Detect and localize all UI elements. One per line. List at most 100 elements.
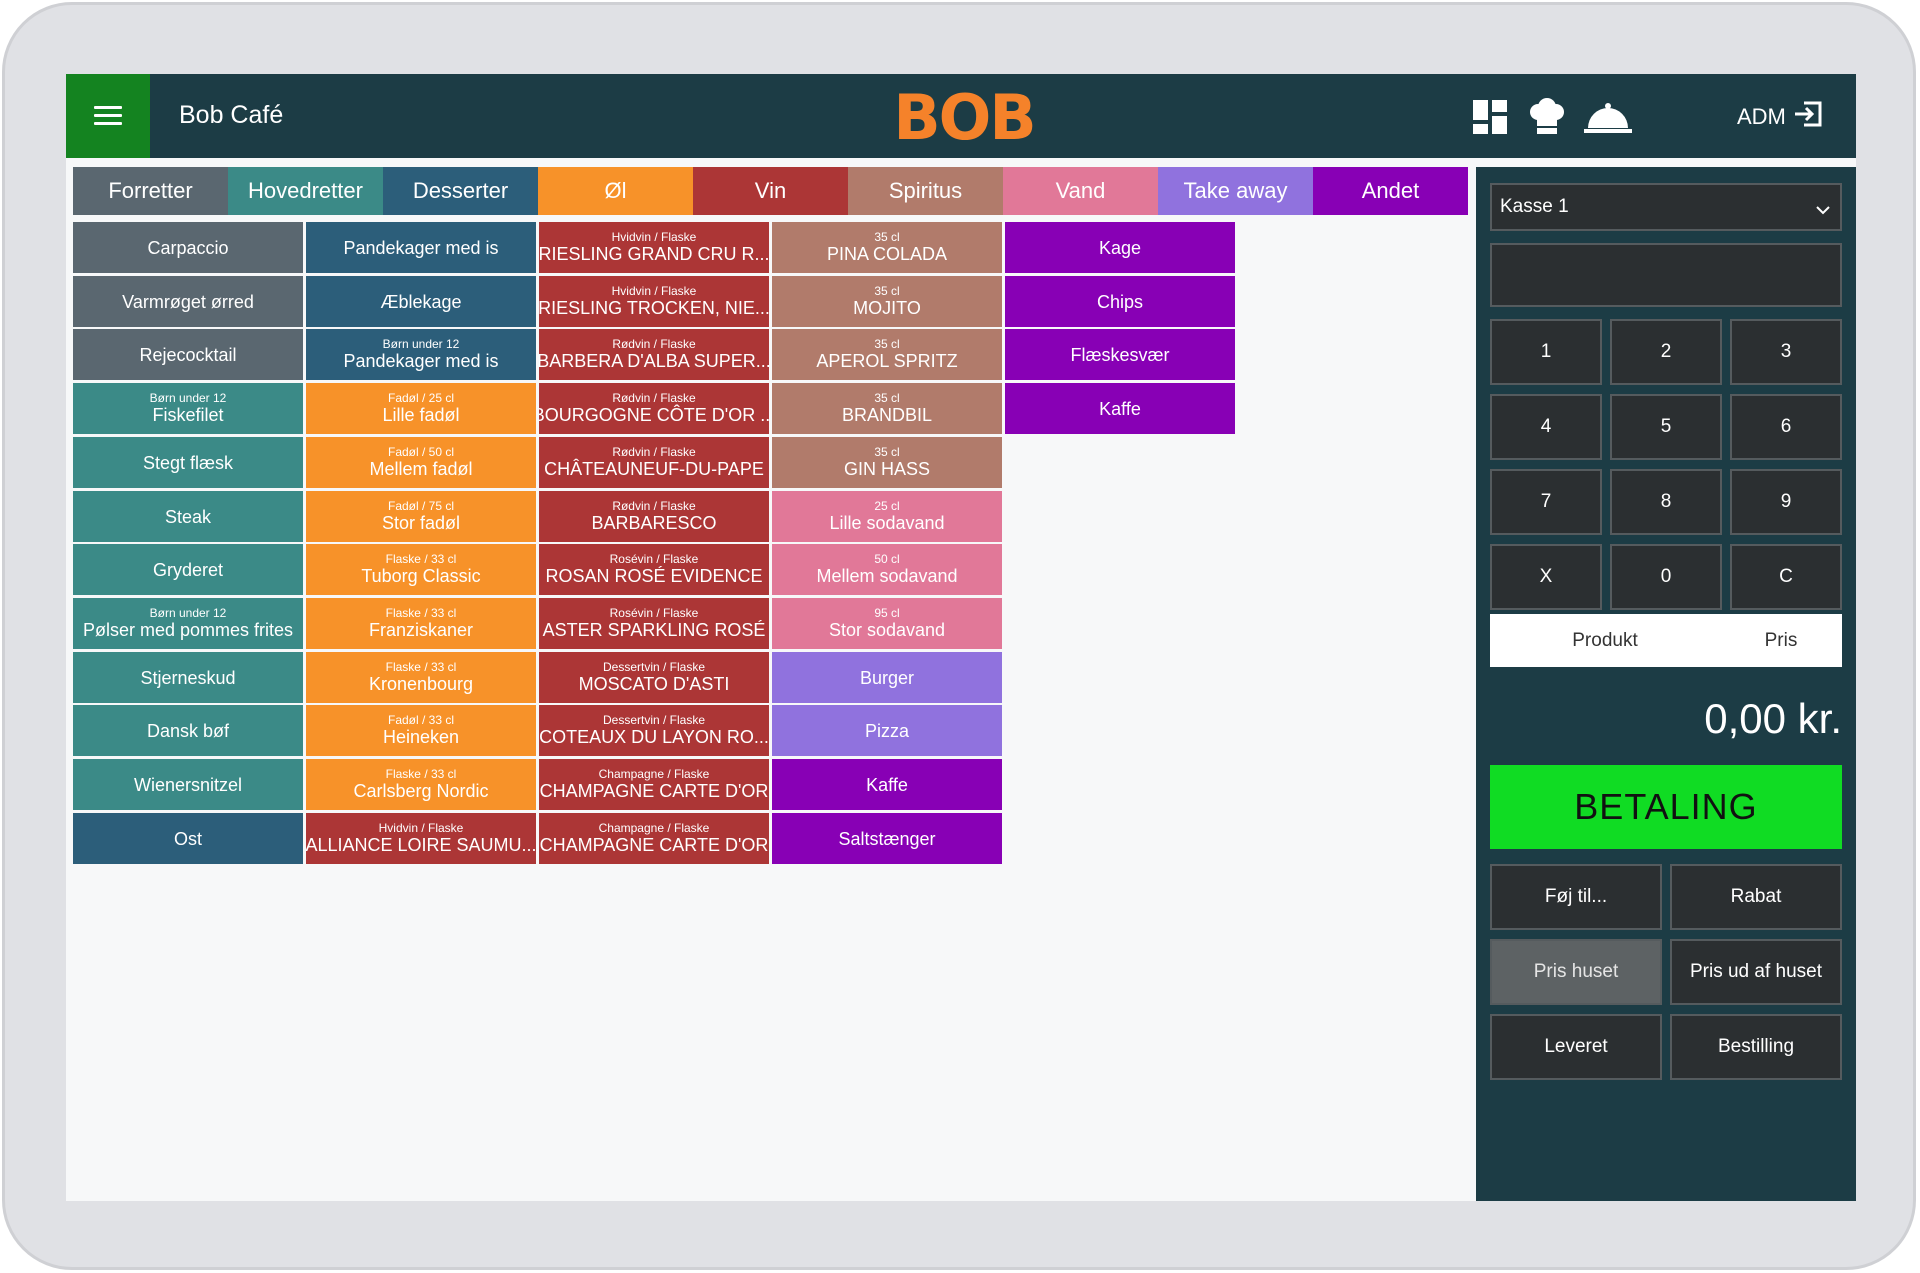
product-button[interactable]: Flaske / 33 cl Kronenbourg (306, 652, 536, 703)
tab-vin[interactable]: Vin (693, 167, 848, 215)
product-name: Pølser med pommes frites (82, 620, 294, 640)
product-button[interactable]: Flæskesvær (1005, 329, 1235, 380)
product-button[interactable]: 25 cl Lille sodavand (772, 491, 1002, 542)
product-button[interactable]: Rosévin / Flaske ASTER SPARKLING ROSÉ (539, 598, 769, 649)
keypad-key-2[interactable]: 2 (1610, 319, 1722, 385)
hamburger-menu-button[interactable] (66, 74, 150, 158)
tab-vand[interactable]: Vand (1003, 167, 1158, 215)
user-logout[interactable]: ADM (1737, 101, 1822, 133)
product-button[interactable]: Rødvin / Flaske BOURGOGNE CÔTE D'OR ... (539, 383, 769, 434)
product-button[interactable]: Æblekage (306, 276, 536, 327)
bestilling-button[interactable]: Bestilling (1670, 1014, 1842, 1080)
product-button[interactable]: Dessertvin / Flaske COTEAUX DU LAYON RO..… (539, 705, 769, 756)
product-button[interactable]: Rødvin / Flaske BARBARESCO (539, 491, 769, 542)
keypad-key-c[interactable]: C (1730, 544, 1842, 610)
product-button[interactable]: Børn under 12 Pandekager med is (306, 329, 536, 380)
product-name: Lille fadøl (382, 405, 460, 425)
tab-l[interactable]: Øl (538, 167, 693, 215)
product-button[interactable]: Fadøl / 75 cl Stor fadøl (306, 491, 536, 542)
product-button[interactable]: Gryderet (73, 544, 303, 595)
f-j-til-button[interactable]: Føj til... (1490, 864, 1662, 930)
product-button[interactable]: Pizza (772, 705, 1002, 756)
product-button[interactable]: Wienersnitzel (73, 759, 303, 810)
product-button[interactable]: Børn under 12 Pølser med pommes frites (73, 598, 303, 649)
tab-desserter[interactable]: Desserter (383, 167, 538, 215)
product-subtitle: Hvidvin / Flaske (378, 821, 464, 835)
product-button[interactable]: Carpaccio (73, 222, 303, 273)
keypad-key-6[interactable]: 6 (1730, 394, 1842, 460)
product-name: Saltstænger (838, 828, 936, 849)
product-button[interactable]: Varmrøget ørred (73, 276, 303, 327)
tab-hovedretter[interactable]: Hovedretter (228, 167, 383, 215)
dashboard-icon[interactable] (1473, 100, 1507, 139)
tab-take-away[interactable]: Take away (1158, 167, 1313, 215)
product-name: Steak (164, 506, 212, 527)
product-button[interactable]: Burger (772, 652, 1002, 703)
product-button[interactable]: Rødvin / Flaske BARBERA D'ALBA SUPER... (539, 329, 769, 380)
tab-andet[interactable]: Andet (1313, 167, 1468, 215)
product-subtitle: Flaske / 33 cl (385, 552, 457, 566)
pris-huset-button[interactable]: Pris huset (1490, 939, 1662, 1005)
product-button[interactable]: Chips (1005, 276, 1235, 327)
product-button[interactable]: Kaffe (772, 759, 1002, 810)
product-button[interactable]: Saltstænger (772, 813, 1002, 864)
product-button[interactable]: 95 cl Stor sodavand (772, 598, 1002, 649)
keypad-key-9[interactable]: 9 (1730, 469, 1842, 535)
product-button[interactable]: 35 cl APEROL SPRITZ (772, 329, 1002, 380)
keypad-key-7[interactable]: 7 (1490, 469, 1602, 535)
product-button[interactable]: Pandekager med is (306, 222, 536, 273)
rabat-button[interactable]: Rabat (1670, 864, 1842, 930)
product-button[interactable]: Rosévin / Flaske ROSAN ROSÉ EVIDENCE (539, 544, 769, 595)
product-button[interactable]: Champagne / Flaske CHAMPAGNE CARTE D'OR (539, 759, 769, 810)
product-subtitle: 95 cl (874, 606, 900, 620)
cloche-icon[interactable] (1584, 102, 1632, 139)
product-button[interactable]: Hvidvin / Flaske RIESLING TROCKEN, NIE... (539, 276, 769, 327)
keypad-key-3[interactable]: 3 (1730, 319, 1842, 385)
keypad-key-1[interactable]: 1 (1490, 319, 1602, 385)
product-button[interactable]: Flaske / 33 cl Carlsberg Nordic (306, 759, 536, 810)
product-button[interactable]: 50 cl Mellem sodavand (772, 544, 1002, 595)
product-button[interactable]: Kaffe (1005, 383, 1235, 434)
product-button[interactable]: Hvidvin / Flaske ALLIANCE LOIRE SAUMU... (306, 813, 536, 864)
product-button[interactable]: 35 cl GIN HASS (772, 437, 1002, 488)
product-name: Pandekager med is (343, 351, 499, 371)
product-button[interactable]: Flaske / 33 cl Tuborg Classic (306, 544, 536, 595)
keypad-key-x[interactable]: X (1490, 544, 1602, 610)
product-button[interactable]: Rødvin / Flaske CHÂTEAUNEUF-DU-PAPE (539, 437, 769, 488)
product-button[interactable]: Hvidvin / Flaske RIESLING GRAND CRU R... (539, 222, 769, 273)
product-button[interactable]: Stjerneskud (73, 652, 303, 703)
product-name: Mellem sodavand (816, 566, 958, 586)
tab-forretter[interactable]: Forretter (73, 167, 228, 215)
product-button[interactable]: Fadøl / 50 cl Mellem fadøl (306, 437, 536, 488)
register-select[interactable]: Kasse 1 (1490, 183, 1842, 231)
product-button[interactable]: Børn under 12 Fiskefilet (73, 383, 303, 434)
product-button[interactable]: 35 cl BRANDBIL (772, 383, 1002, 434)
keypad-key-5[interactable]: 5 (1610, 394, 1722, 460)
product-button[interactable]: Ost (73, 813, 303, 864)
product-button[interactable]: 35 cl MOJITO (772, 276, 1002, 327)
register-select-value: Kasse 1 (1500, 196, 1569, 217)
keypad-key-0[interactable]: 0 (1610, 544, 1722, 610)
product-button[interactable]: Rejecocktail (73, 329, 303, 380)
keypad-key-8[interactable]: 8 (1610, 469, 1722, 535)
product-name: Pizza (864, 720, 909, 741)
chef-hat-icon[interactable] (1528, 98, 1566, 141)
product-button[interactable]: Steak (73, 491, 303, 542)
product-button[interactable]: 35 cl PINA COLADA (772, 222, 1002, 273)
payment-button[interactable]: BETALING (1490, 765, 1842, 849)
leveret-button[interactable]: Leveret (1490, 1014, 1662, 1080)
pris-ud-af-huset-button[interactable]: Pris ud af huset (1670, 939, 1842, 1005)
tab-spiritus[interactable]: Spiritus (848, 167, 1003, 215)
product-button[interactable]: Fadøl / 33 cl Heineken (306, 705, 536, 756)
product-button[interactable]: Stegt flæsk (73, 437, 303, 488)
product-name: ASTER SPARKLING ROSÉ (542, 620, 766, 640)
product-button[interactable]: Kage (1005, 222, 1235, 273)
product-button[interactable]: Champagne / Flaske CHAMPAGNE CARTE D'OR (539, 813, 769, 864)
product-button[interactable]: Fadøl / 25 cl Lille fadøl (306, 383, 536, 434)
product-button[interactable]: Flaske / 33 cl Franziskaner (306, 598, 536, 649)
keypad-key-4[interactable]: 4 (1490, 394, 1602, 460)
order-total: 0,00 kr. (1704, 695, 1842, 742)
product-button[interactable]: Dansk bøf (73, 705, 303, 756)
product-name: ALLIANCE LOIRE SAUMU... (306, 835, 536, 855)
product-button[interactable]: Dessertvin / Flaske MOSCATO D'ASTI (539, 652, 769, 703)
